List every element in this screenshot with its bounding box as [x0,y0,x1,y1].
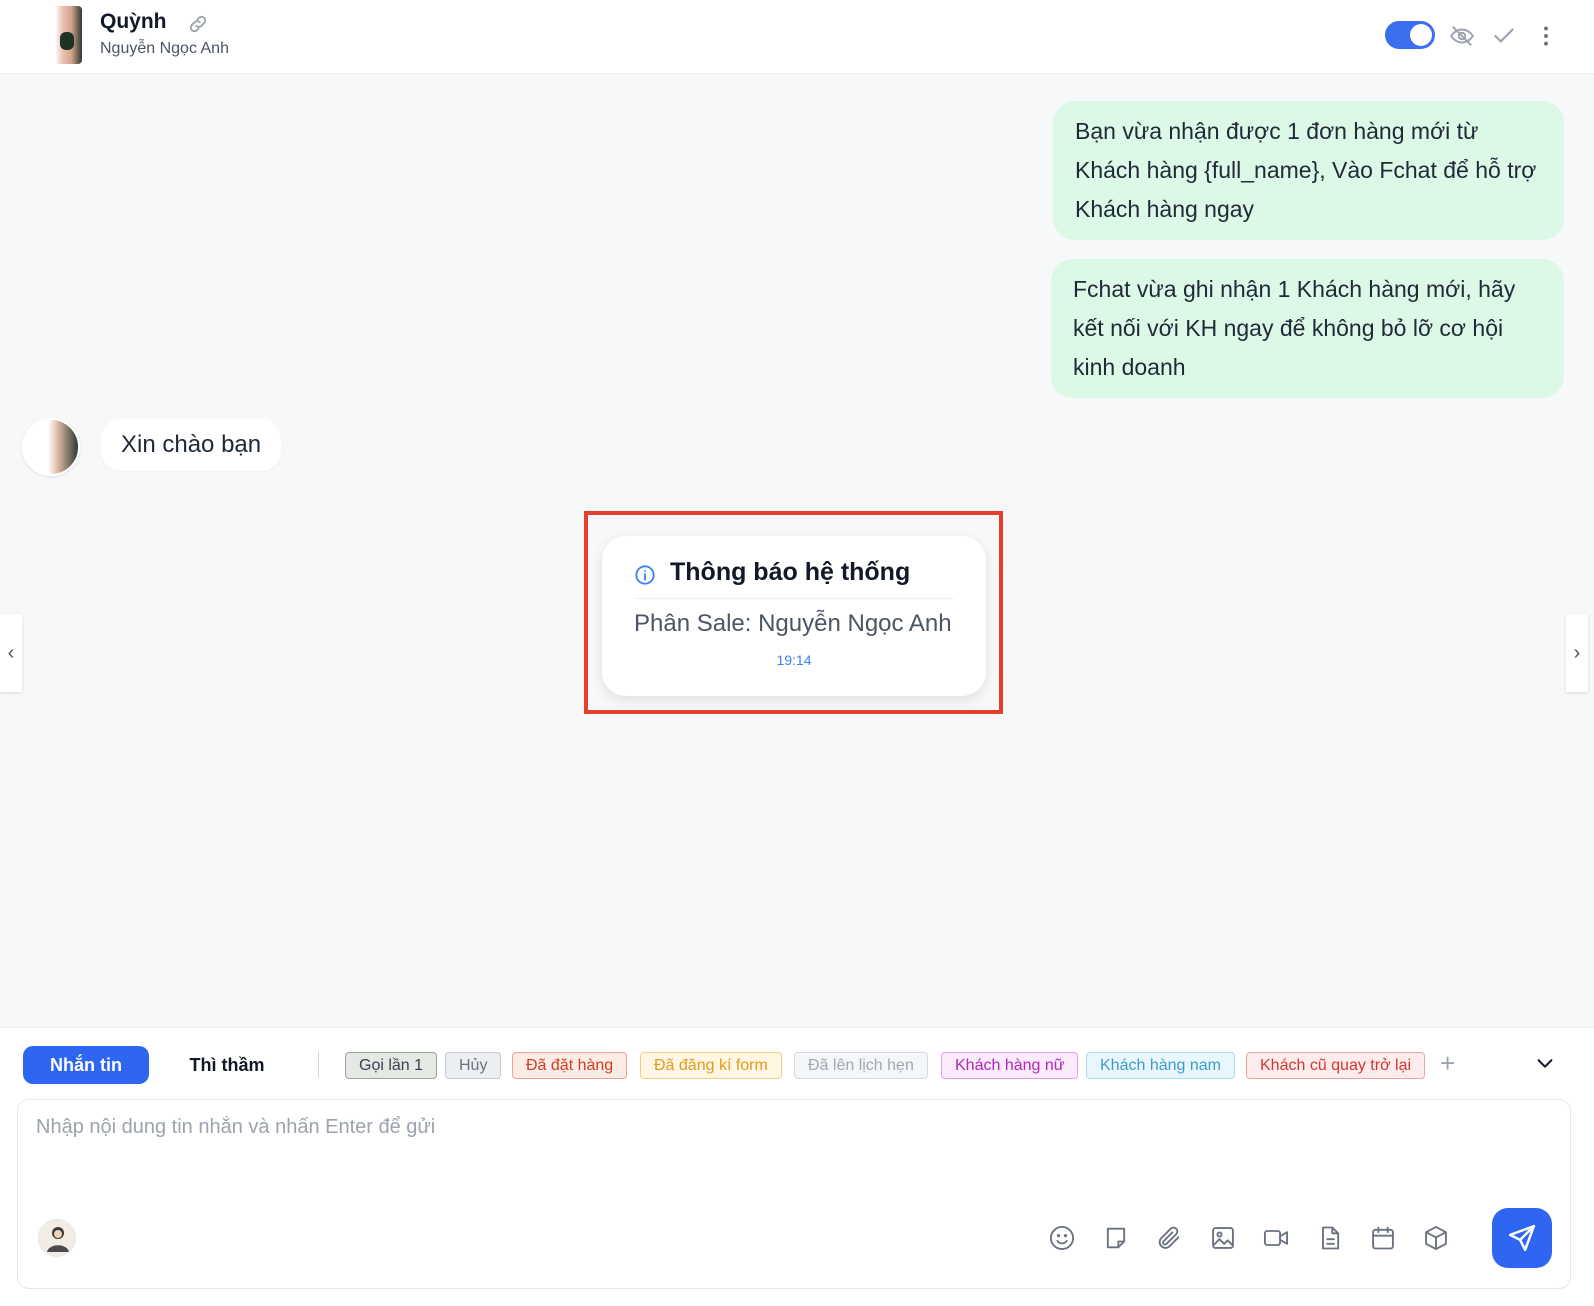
outgoing-message[interactable]: Bạn vừa nhận được 1 đơn hàng mới từ Khác… [1053,101,1564,240]
calendar-icon[interactable] [1369,1224,1397,1252]
prev-panel-button[interactable]: ‹ [0,614,22,692]
tag-chip[interactable]: Đã đặt hàng [512,1052,628,1079]
assigned-agent: Nguyễn Ngọc Anh [100,40,229,57]
chevron-down-icon[interactable] [1534,1052,1556,1074]
tag-chip[interactable]: Khách hàng nam [1086,1052,1235,1079]
more-vertical-icon[interactable] [1533,23,1559,49]
chat-window: Quỳnh Nguyễn Ngọc Anh Bạn vừa nhận được … [0,0,1594,1306]
add-tag-button[interactable]: + [1440,1046,1455,1080]
system-notice-card: Thông báo hệ thống Phân Sale: Nguyễn Ngọ… [602,536,986,696]
divider [634,598,954,599]
tag-chip[interactable]: Khách hàng nữ [941,1052,1079,1079]
contact-avatar[interactable] [46,6,82,64]
toggle-knob [1410,24,1432,46]
send-icon [1508,1224,1536,1252]
image-icon[interactable] [1209,1224,1237,1252]
note-icon[interactable] [1102,1224,1130,1252]
bot-toggle[interactable] [1385,21,1435,49]
message-input[interactable] [36,1116,1536,1176]
link-icon[interactable] [187,13,209,35]
message-input-box [17,1099,1571,1289]
document-icon[interactable] [1316,1224,1344,1252]
info-icon [634,564,656,586]
incoming-message[interactable]: Xin chào bạn [101,419,282,471]
composer: Nhắn tin Thì thầm Gọi lần 1 Hủy Đã đặt hàn… [0,1027,1594,1306]
divider [318,1052,319,1078]
emoji-icon[interactable] [1048,1224,1076,1252]
system-notice-title: Thông báo hệ thống [670,558,911,586]
tag-chip[interactable]: Gọi lần 1 [345,1052,438,1079]
chat-header: Quỳnh Nguyễn Ngọc Anh [0,0,1594,74]
tag-chip[interactable]: Hủy [445,1052,502,1079]
contact-name[interactable]: Quỳnh [100,10,167,34]
bot-avatar[interactable] [38,1219,76,1257]
system-notice-body: Phân Sale: Nguyễn Ngọc Anh [634,610,952,637]
sender-avatar[interactable] [22,418,80,476]
tab-message[interactable]: Nhắn tin [23,1046,149,1084]
paperclip-icon[interactable] [1155,1224,1183,1252]
next-panel-button[interactable]: › [1566,614,1588,692]
eye-off-icon[interactable] [1449,23,1475,49]
tag-chip[interactable]: Đã lên lịch hẹn [794,1052,928,1079]
system-notice-time: 19:14 [776,652,812,668]
video-icon[interactable] [1262,1224,1290,1252]
tag-chip[interactable]: Khách cũ quay trở lại [1246,1052,1426,1079]
outgoing-message[interactable]: Fchat vừa ghi nhận 1 Khách hàng mới, hãy… [1051,259,1564,398]
tag-chip[interactable]: Đã đăng kí form [640,1052,782,1079]
box-icon[interactable] [1422,1224,1450,1252]
check-icon[interactable] [1491,23,1517,49]
tab-whisper[interactable]: Thì thầm [162,1046,292,1084]
send-button[interactable] [1492,1208,1552,1268]
